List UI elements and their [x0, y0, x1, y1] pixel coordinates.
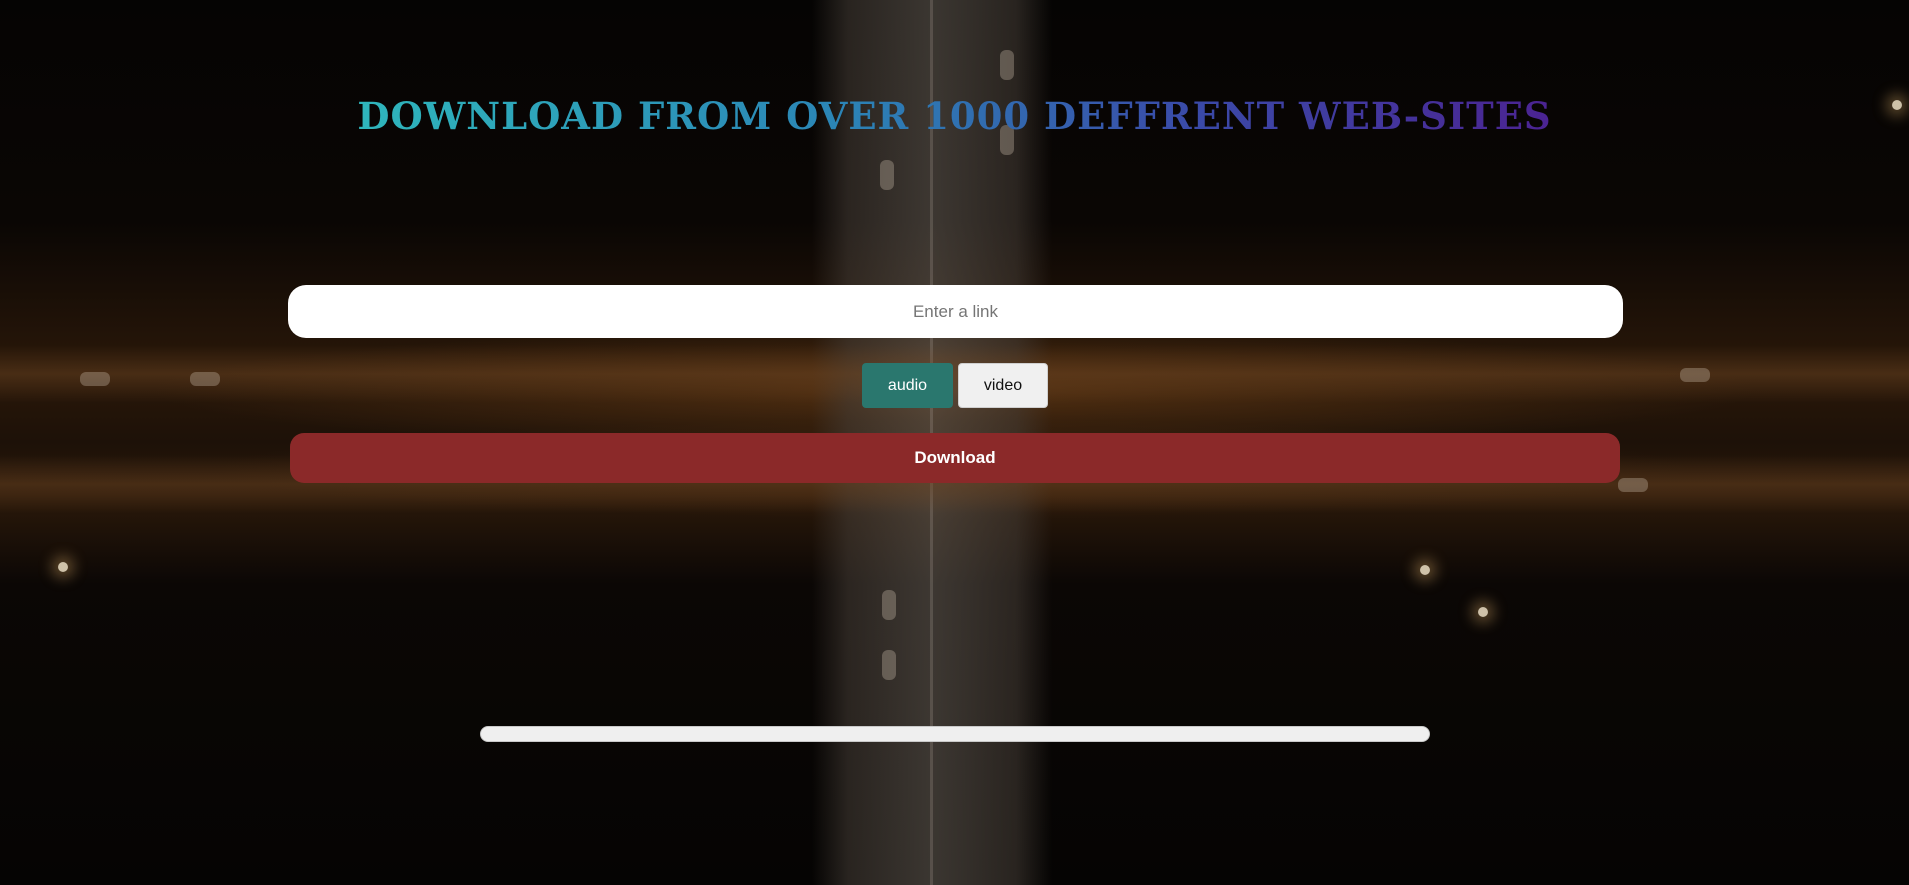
background-car — [1000, 50, 1014, 80]
link-input[interactable] — [288, 285, 1623, 338]
background-street-light — [1478, 607, 1488, 617]
audio-button[interactable]: audio — [862, 363, 953, 408]
page-title: DOWNLOAD FROM OVER 1000 DEFFRENT WEB-SIT… — [0, 88, 1909, 144]
format-toggle: audio video — [862, 363, 1048, 408]
background-car — [190, 372, 220, 386]
video-button[interactable]: video — [958, 363, 1048, 408]
page-background: DOWNLOAD FROM OVER 1000 DEFFRENT WEB-SIT… — [0, 0, 1909, 885]
background-car — [882, 650, 896, 680]
background-car — [1618, 478, 1648, 492]
page-title-text: DOWNLOAD FROM OVER 1000 DEFFRENT WEB-SIT… — [357, 94, 1552, 138]
background-car — [1680, 368, 1710, 382]
background-car — [880, 160, 894, 190]
background-street-light — [58, 562, 68, 572]
background-car — [80, 372, 110, 386]
background-street-light — [1420, 565, 1430, 575]
background-car — [882, 590, 896, 620]
download-button[interactable]: Download — [290, 433, 1620, 483]
progress-bar — [480, 726, 1430, 742]
